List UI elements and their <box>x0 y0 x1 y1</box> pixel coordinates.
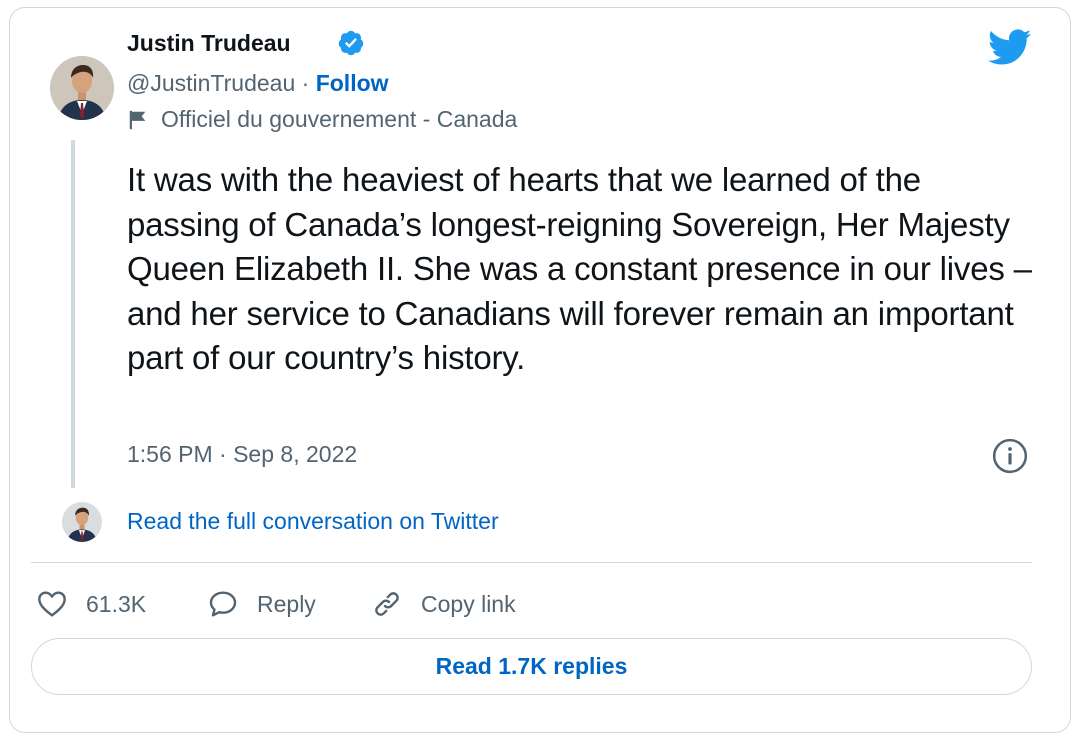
link-icon <box>375 592 399 616</box>
like-button[interactable]: 61.3K <box>36 588 146 620</box>
reply-label: Reply <box>257 590 316 617</box>
read-replies-button[interactable]: Read 1.7K replies <box>31 638 1032 695</box>
author-avatar[interactable] <box>50 56 114 120</box>
info-icon[interactable] <box>991 437 1029 475</box>
divider <box>31 562 1032 563</box>
copy-link-button[interactable]: Copy link <box>371 588 516 620</box>
handle-row: @JustinTrudeau · Follow <box>127 70 389 97</box>
read-replies-label: Read 1.7K replies <box>435 653 628 679</box>
read-conversation-link[interactable]: Read the full conversation on Twitter <box>127 508 499 535</box>
avatar-image <box>62 502 102 542</box>
heart-icon <box>38 591 66 617</box>
author-handle[interactable]: @JustinTrudeau <box>127 70 295 96</box>
reply-button[interactable]: Reply <box>207 588 316 620</box>
tweet-text: It was with the heaviest of hearts that … <box>127 161 1032 376</box>
verified-badge-icon <box>338 30 364 56</box>
follow-link[interactable]: Follow <box>316 70 389 96</box>
handle-separator: · <box>295 70 316 96</box>
government-label-text: Officiel du gouvernement - Canada <box>161 106 518 132</box>
twitter-bird-icon[interactable] <box>986 28 1032 66</box>
avatar-image <box>50 56 114 120</box>
flag-icon <box>129 110 146 129</box>
like-count: 61.3K <box>86 590 147 617</box>
author-name[interactable]: Justin Trudeau <box>127 30 291 57</box>
government-label: Officiel du gouvernement - Canada <box>127 106 517 133</box>
tweet-timestamp[interactable]: 1:56 PM · Sep 8, 2022 <box>127 441 357 468</box>
copy-link-label: Copy link <box>421 590 516 617</box>
thread-line <box>71 140 75 488</box>
speech-bubble-icon <box>209 591 237 617</box>
conversation-avatar[interactable] <box>62 502 102 542</box>
